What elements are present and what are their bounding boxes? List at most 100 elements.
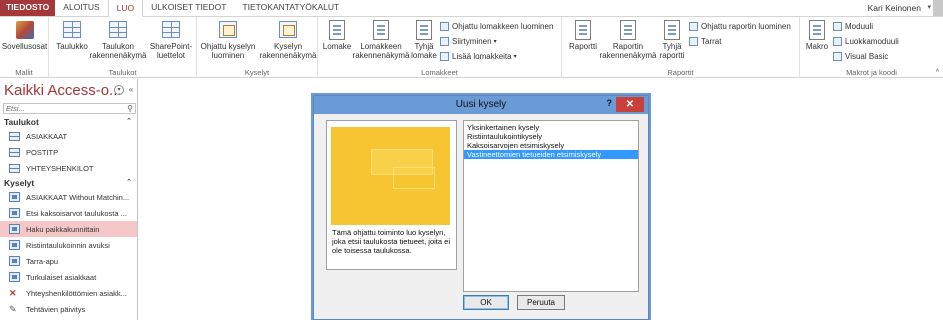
dialog-title-bar[interactable]: Uusi kysely ? ✕ [314,96,648,114]
group-label-templates: Mallit [15,68,33,77]
report-wizard-label: Ohjattu raportin luominen [701,22,791,31]
group-reports: Raportti Raportin rakennenäkymä Tyhjä ra… [562,17,800,78]
navigation-button[interactable]: Siirtyminen ▾ [440,36,497,47]
table-design-button[interactable]: Taulukon rakennenäkymä [90,20,146,60]
dialog-title: Uusi kysely [455,99,507,110]
nav-query-item[interactable]: Etsi kaksoisarvot taulukosta ... [0,205,137,221]
tab-file[interactable]: TIEDOSTO [0,0,56,16]
nav-section-queries-label: Kyselyt [4,178,35,188]
nav-section-tables-label: Taulukot [4,117,39,127]
more-forms-label: Lisää lomakkeita [452,52,512,61]
form-button[interactable]: Lomake [321,20,353,51]
group-label-tables: Taulukot [108,68,137,77]
nav-item-label: Ristiintaulukoinnin avuksi [26,240,110,250]
sharepoint-icon [162,21,180,38]
class-module-label: Luokkamoduuli [845,37,899,46]
nav-item-label: Tarra-apu [26,256,59,266]
query-type-option-selected[interactable]: Vastineettomien tietueiden etsimiskysely [464,150,638,159]
report-button[interactable]: Raportti [566,20,600,51]
query-type-list[interactable]: Yksinkertainen kysely Ristiintaulukointi… [463,120,639,292]
class-module-icon [833,37,842,46]
report-design-button[interactable]: Raportin rakennenäkymä [600,20,656,60]
nav-query-item-selected[interactable]: Haku paikkakunnittain [0,221,137,237]
nav-table-item[interactable]: ASIAKKAAT [0,128,137,144]
collapse-ribbon-icon[interactable]: ^ [936,69,939,76]
application-parts-button[interactable]: Sovellusosat [2,20,47,51]
visual-basic-icon [833,52,842,61]
chevron-up-icon[interactable]: ⌃ [126,178,132,186]
nav-query-item[interactable]: Tarra-apu [0,253,137,269]
nav-pane-collapse-icon[interactable]: « [126,85,136,95]
access-window: TIEDOSTO ALOITUS LUO ULKOISET TIEDOT TIE… [0,0,943,320]
table-button[interactable]: Taulukko [53,20,91,51]
nav-search-input[interactable]: Etsi... ⚲ [3,103,136,114]
group-forms: Lomake Lomakkeen rakennenäkymä Tyhjä lom… [318,17,562,78]
query-type-option[interactable]: Ristiintaulukointikysely [464,132,638,141]
nav-table-item[interactable]: POSTITP [0,144,137,160]
nav-query-item[interactable]: ASIAKKAAT Without Matchin... [0,189,137,205]
ribbon-tab-bar: TIEDOSTO ALOITUS LUO ULKOISET TIEDOT TIE… [0,0,943,17]
nav-item-label: Turkulaiset asiakkaat [26,272,97,282]
tab-create[interactable]: LUO [107,0,144,17]
form-wizard-button[interactable]: Ohjattu lomakkeen luominen [440,21,553,32]
tab-database-tools[interactable]: TIETOKANTATYÖKALUT [234,0,347,16]
close-button[interactable]: ✕ [616,97,644,112]
nav-query-item[interactable]: ✕ Yhteyshenkilöttömien asiakk... [0,285,137,301]
query-design-icon [279,21,297,38]
sharepoint-label: SharePoint-luettelot [149,42,193,60]
more-forms-button[interactable]: Lisää lomakkeita ▾ [440,51,517,62]
query-design-button[interactable]: Kyselyn rakennenäkymä [260,20,316,60]
blank-report-label: Tyhjä raportti [659,42,685,60]
nav-query-item[interactable]: Ristiintaulukoinnin avuksi [0,237,137,253]
blank-report-button[interactable]: Tyhjä raportti [658,20,686,60]
blank-form-button[interactable]: Tyhjä lomake [410,20,438,60]
nav-section-queries[interactable]: Kyselyt ⌃ [4,178,132,188]
user-menu-caret-icon[interactable]: ▾ [927,3,931,11]
nav-item-label: ASIAKKAAT Without Matchin... [26,192,130,202]
macro-button[interactable]: Makro [804,20,830,51]
feedback-icon[interactable] [933,0,943,16]
search-icon[interactable]: ⚲ [127,104,133,113]
nav-item-label: POSTITP [26,147,59,157]
group-label-reports: Raportit [667,68,694,77]
query-type-option[interactable]: Yksinkertainen kysely [464,123,638,132]
group-tables: Taulukko Taulukon rakennenäkymä SharePoi… [49,17,197,78]
form-wizard-icon [440,22,449,31]
query-icon [9,224,20,234]
table-design-icon [109,21,127,38]
module-button[interactable]: Moduuli [833,21,873,32]
table-label: Taulukko [56,42,88,51]
form-design-icon [373,20,389,40]
labels-button[interactable]: Tarrat [689,36,721,47]
user-name[interactable]: Kari Keinonen [868,3,921,13]
class-module-button[interactable]: Luokkamoduuli [833,36,899,47]
group-label-macros: Makrot ja koodi [846,68,897,77]
nav-table-item[interactable]: YHTEYSHENKILOT [0,160,137,176]
sharepoint-lists-button[interactable]: SharePoint-luettelot [147,20,195,60]
tab-external-data[interactable]: ULKOISET TIEDOT [143,0,234,16]
nav-pane-title[interactable]: Kaikki Access-o... [4,82,122,99]
nav-query-item[interactable]: ✎ Tehtävien päivitys [0,301,137,317]
query-wizard-button[interactable]: Ohjattu kyselyn luominen [199,20,257,60]
group-macros-code: Makro Moduuli Luokkamoduuli Visual Basic… [800,17,943,78]
tab-home[interactable]: ALOITUS [55,0,107,16]
report-design-icon [620,20,636,40]
nav-item-label: Yhteyshenkilöttömien asiakk... [26,288,127,298]
nav-search-placeholder: Etsi... [6,104,25,113]
chevron-down-icon: ▾ [513,54,517,60]
form-design-button[interactable]: Lomakkeen rakennenäkymä [353,20,409,60]
ok-button[interactable]: OK [463,295,509,310]
group-templates: Sovellusosat Mallit [0,17,49,78]
query-design-label: Kyselyn rakennenäkymä [259,42,317,60]
report-wizard-button[interactable]: Ohjattu raportin luominen [689,21,791,32]
table-icon [63,21,81,38]
help-icon[interactable]: ? [607,98,613,108]
query-type-option[interactable]: Kaksoisarvojen etsimiskysely [464,141,638,150]
nav-pane-menu-icon[interactable]: ▾ [114,85,124,95]
chevron-up-icon[interactable]: ⌃ [126,117,132,125]
nav-query-item[interactable]: Turkulaiset asiakkaat [0,269,137,285]
visual-basic-button[interactable]: Visual Basic [833,51,888,62]
nav-section-tables[interactable]: Taulukot ⌃ [4,117,132,127]
group-queries: Ohjattu kyselyn luominen Kyselyn rakenne… [197,17,318,78]
cancel-button[interactable]: Peruuta [517,295,565,310]
